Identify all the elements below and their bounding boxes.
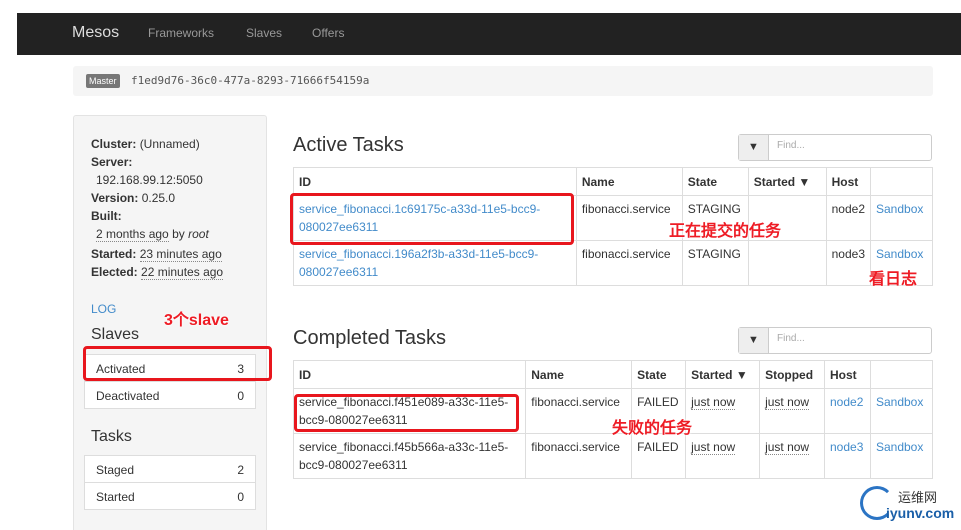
annotation-view-logs: 看日志: [869, 271, 918, 288]
built-value: 2 months ago by root: [96, 227, 209, 242]
brand-logo[interactable]: Mesos: [72, 24, 119, 42]
top-navbar: Mesos Frameworks Slaves Offers: [17, 13, 961, 55]
active-tasks-search-input[interactable]: [777, 140, 925, 151]
annotation-submitting-tasks: 正在提交的任务: [669, 223, 782, 240]
col-name[interactable]: Name: [575, 167, 683, 196]
col-stopped[interactable]: Stopped: [759, 360, 825, 389]
nav-offers[interactable]: Offers: [312, 26, 344, 40]
tasks-heading: Tasks: [91, 428, 132, 445]
col-state[interactable]: State: [681, 167, 749, 196]
master-id: f1ed9d76-36c0-477a-8293-71666f54159a: [131, 74, 370, 87]
slaves-activated-row[interactable]: Activated 3: [84, 354, 256, 382]
col-sandbox: [869, 360, 934, 389]
watermark-logo: 运维网 iyunv.com: [858, 484, 958, 526]
task-id: service_fibonacci.f45b566a-a33c-11e5-bcc…: [292, 433, 527, 479]
table-row: service_fibonacci.1c69175c-a33d-11e5-bcc…: [293, 195, 933, 241]
col-started[interactable]: Started ▼: [747, 167, 827, 196]
sandbox-link[interactable]: Sandbox: [876, 440, 923, 454]
nav-slaves[interactable]: Slaves: [246, 26, 282, 40]
filter-icon[interactable]: ▼: [739, 135, 769, 160]
table-header-row: ID Name State Started ▼ Stopped Host: [292, 360, 934, 389]
elected-info: Elected: 22 minutes ago: [91, 265, 224, 280]
active-tasks-title: Active Tasks: [293, 134, 404, 156]
host-link[interactable]: node2: [830, 395, 863, 409]
master-badge: Master: [86, 74, 120, 88]
task-started: [747, 240, 827, 286]
task-started: just now: [691, 395, 736, 410]
version-info: Version: 0.25.0: [91, 191, 176, 205]
built-label: Built:: [91, 209, 122, 223]
col-name[interactable]: Name: [525, 360, 633, 389]
task-name: fibonacci.service: [575, 195, 683, 241]
col-sandbox: [870, 167, 933, 196]
task-name: fibonacci.service: [525, 433, 633, 479]
completed-tasks-title: Completed Tasks: [293, 327, 447, 349]
nav-frameworks[interactable]: Frameworks: [148, 26, 214, 40]
completed-tasks-search-input[interactable]: [777, 333, 925, 344]
server-value: 192.168.99.12:5050: [96, 173, 203, 187]
task-started: just now: [691, 440, 736, 455]
sandbox-link[interactable]: Sandbox: [876, 247, 923, 261]
task-name: fibonacci.service: [575, 240, 683, 286]
annotation-three-slaves: 3个slave: [164, 312, 229, 329]
annotation-failed-tasks: 失败的任务: [612, 420, 693, 437]
col-host[interactable]: Host: [824, 360, 871, 389]
table-header-row: ID Name State Started ▼ Host: [293, 167, 933, 196]
sandbox-link[interactable]: Sandbox: [876, 202, 923, 216]
col-id[interactable]: ID: [292, 360, 527, 389]
col-host[interactable]: Host: [825, 167, 872, 196]
tasks-list: Staged 2 Started 0: [84, 455, 256, 510]
task-id-link[interactable]: service_fibonacci.196a2f3b-a33d-11e5-bcc…: [299, 247, 538, 279]
slaves-list: Activated 3 Deactivated 0: [84, 354, 256, 409]
cluster-info: Cluster: (Unnamed): [91, 137, 200, 151]
log-link[interactable]: LOG: [91, 302, 116, 316]
table-row: service_fibonacci.196a2f3b-a33d-11e5-bcc…: [293, 240, 933, 286]
slaves-deactivated-row[interactable]: Deactivated 0: [84, 381, 256, 409]
task-state: STAGING: [681, 240, 749, 286]
table-row: service_fibonacci.f45b566a-a33c-11e5-bcc…: [292, 433, 934, 479]
task-state: FAILED: [631, 433, 687, 479]
sandbox-link[interactable]: Sandbox: [876, 395, 923, 409]
filter-icon[interactable]: ▼: [739, 328, 769, 353]
task-id: service_fibonacci.f451e089-a33c-11e5-bcc…: [292, 388, 527, 434]
started-info: Started: 23 minutes ago: [91, 247, 222, 262]
tasks-started-row[interactable]: Started 0: [84, 482, 256, 510]
task-id-link[interactable]: service_fibonacci.1c69175c-a33d-11e5-bcc…: [299, 202, 540, 234]
slaves-heading: Slaves: [91, 326, 140, 343]
active-tasks-filter: ▼: [738, 134, 932, 161]
col-state[interactable]: State: [631, 360, 687, 389]
server-label: Server:: [91, 155, 133, 169]
task-stopped: just now: [765, 440, 810, 455]
task-host: node3: [825, 240, 872, 286]
col-id[interactable]: ID: [293, 167, 577, 196]
tasks-staged-row[interactable]: Staged 2: [84, 455, 256, 483]
col-started[interactable]: Started ▼: [685, 360, 761, 389]
active-tasks-table: ID Name State Started ▼ Host service_fib…: [293, 167, 933, 286]
task-stopped: just now: [765, 395, 810, 410]
host-link[interactable]: node3: [830, 440, 863, 454]
completed-tasks-filter: ▼: [738, 327, 932, 354]
task-host: node2: [825, 195, 872, 241]
master-breadcrumb: Master f1ed9d76-36c0-477a-8293-71666f541…: [73, 66, 933, 96]
